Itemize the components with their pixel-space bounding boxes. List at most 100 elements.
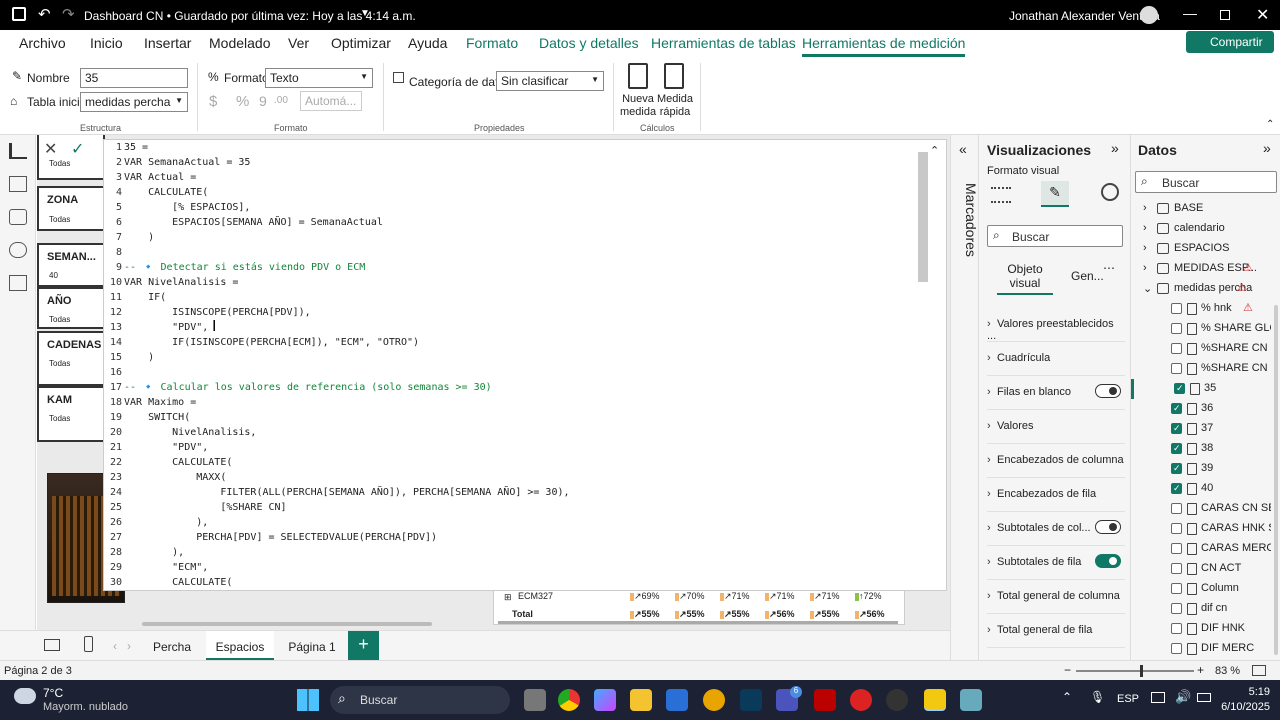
tab-espacios[interactable]: Espacios xyxy=(206,631,274,661)
app-icon[interactable] xyxy=(703,689,725,711)
zoom-out-button[interactable]: − xyxy=(1064,663,1071,677)
measure-item[interactable]: dif cn xyxy=(1131,599,1271,619)
tab-objeto-visual[interactable]: Objeto visual xyxy=(997,262,1053,295)
weather-icon[interactable] xyxy=(14,688,36,704)
decimal-places-input[interactable]: Automá... xyxy=(300,91,362,111)
task-view-icon[interactable] xyxy=(524,689,546,711)
code-line[interactable]: SWITCH( xyxy=(124,412,190,423)
table-item[interactable]: ⌄ medidas percha ⚠ xyxy=(1131,279,1271,299)
menu-datos-detalles[interactable]: Datos y detalles xyxy=(539,35,639,51)
measure-item[interactable]: %SHARE CN xyxy=(1131,339,1271,359)
measure-item[interactable]: 35 xyxy=(1131,379,1271,399)
currency-button[interactable]: $ xyxy=(209,93,217,110)
taskbar-search[interactable]: ⌕ Buscar xyxy=(330,686,510,714)
close-icon[interactable]: ✕ xyxy=(1256,5,1269,25)
code-line[interactable]: "PDV", xyxy=(124,442,208,453)
slicer-semana[interactable]: SEMAN... 40 xyxy=(37,243,105,287)
avatar-icon[interactable] xyxy=(1140,6,1158,24)
table-item[interactable]: › calendario xyxy=(1131,219,1271,239)
toggle-switch[interactable] xyxy=(1095,554,1121,568)
model-view-icon[interactable] xyxy=(9,209,27,225)
tray-chevron-icon[interactable]: ⌃ xyxy=(1062,690,1072,704)
measure-item[interactable]: DIF MERC xyxy=(1131,639,1271,659)
canvas-scrollbar[interactable] xyxy=(142,622,432,626)
zoom-slider[interactable] xyxy=(1076,670,1194,672)
formula-cancel-button[interactable]: ✕ xyxy=(44,139,57,159)
expand-pane-icon[interactable]: « xyxy=(959,141,967,157)
minimize-icon[interactable]: — xyxy=(1183,5,1197,21)
start-icon[interactable] xyxy=(297,689,319,711)
code-line[interactable]: FILTER(ALL(PERCHA[SEMANA AÑO]), PERCHA[S… xyxy=(124,487,569,498)
field-checkbox[interactable] xyxy=(1171,323,1182,334)
code-line[interactable]: "ECM", xyxy=(124,562,208,573)
clock-time[interactable]: 5:19 xyxy=(1232,686,1270,698)
field-checkbox[interactable] xyxy=(1171,523,1182,534)
next-page-icon[interactable]: › xyxy=(127,639,131,653)
chevron-right-icon[interactable]: › xyxy=(1143,202,1147,214)
opera-icon[interactable] xyxy=(850,689,872,711)
menu-formato[interactable]: Formato xyxy=(466,35,518,51)
zoom-thumb[interactable] xyxy=(1140,665,1143,677)
menu-archivo[interactable]: Archivo xyxy=(19,35,66,51)
tab-pagina-1[interactable]: Página 1 xyxy=(280,631,344,661)
format-section[interactable]: › Filas en blanco xyxy=(987,376,1125,410)
code-line[interactable]: IF(ISINSCOPE(PERCHA[ECM]), "ECM", "OTRO"… xyxy=(124,337,419,348)
format-section[interactable]: › Subtotales de fila xyxy=(987,546,1125,580)
analytics-icon[interactable] xyxy=(1101,183,1119,201)
collapse-editor-icon[interactable]: ⌃ xyxy=(930,144,939,157)
code-line[interactable]: -- 🔹 Calcular los valores de referencia … xyxy=(124,382,492,393)
store-icon[interactable] xyxy=(666,689,688,711)
code-line[interactable]: ), xyxy=(124,517,208,528)
chevron-right-icon[interactable]: › xyxy=(1143,262,1147,274)
code-line[interactable]: ESPACIOS[SEMANA AÑO] = SemanaActual xyxy=(124,217,383,228)
code-line[interactable]: VAR SemanaActual = 35 xyxy=(124,157,250,168)
network-icon[interactable] xyxy=(1151,692,1165,703)
netflix-icon[interactable] xyxy=(814,689,836,711)
format-section[interactable]: › Encabezados de columna xyxy=(987,444,1125,478)
measure-item[interactable]: Column xyxy=(1131,579,1271,599)
datos-scrollbar[interactable] xyxy=(1274,305,1278,655)
table-item[interactable]: › BASE xyxy=(1131,199,1271,219)
field-checkbox[interactable] xyxy=(1171,343,1182,354)
collapse-viz-icon[interactable]: » xyxy=(1111,140,1119,156)
menu-modelado[interactable]: Modelado xyxy=(209,35,271,51)
slicer-ano[interactable]: AÑO Todas xyxy=(37,287,105,329)
field-checkbox[interactable] xyxy=(1171,303,1182,314)
code-line[interactable]: VAR Maximo = xyxy=(124,397,196,408)
slicer-zona[interactable]: ZONA Todas xyxy=(37,186,105,231)
categoria-select[interactable]: Sin clasificar ▼ xyxy=(496,71,604,91)
chevron-right-icon[interactable]: › xyxy=(1143,222,1147,234)
xbox-icon[interactable] xyxy=(886,689,908,711)
measure-item[interactable]: % SHARE GLO... xyxy=(1131,319,1271,339)
prev-page-icon[interactable]: ‹ xyxy=(113,639,117,653)
code-line[interactable]: PERCHA[PDV] = SELECTEDVALUE(PERCHA[PDV]) xyxy=(124,532,437,543)
measure-item[interactable]: %SHARE CN (... xyxy=(1131,359,1271,379)
measure-item[interactable]: CN ACT xyxy=(1131,559,1271,579)
medida-rapida-button[interactable]: Medida rápida xyxy=(656,61,694,121)
volume-icon[interactable]: 🔊 xyxy=(1175,689,1191,705)
code-line[interactable]: MAXX( xyxy=(124,472,226,483)
collapse-ribbon-icon[interactable]: ⌃ xyxy=(1266,119,1274,130)
add-page-button[interactable]: + xyxy=(348,631,379,661)
table-view-icon[interactable] xyxy=(9,176,27,192)
measure-item[interactable]: CARAS MERC ... xyxy=(1131,539,1271,559)
code-line[interactable]: ), xyxy=(124,547,184,558)
slicer-cadenas[interactable]: CADENAS Todas xyxy=(37,331,105,386)
notepad-icon[interactable] xyxy=(960,689,982,711)
format-visual-icon[interactable]: ✎ xyxy=(1041,181,1069,207)
measure-item[interactable]: CARAS CN SE... xyxy=(1131,499,1271,519)
collapse-datos-icon[interactable]: » xyxy=(1263,140,1271,156)
toggle-switch[interactable] xyxy=(1095,520,1121,534)
field-checkbox[interactable] xyxy=(1171,463,1182,474)
format-section[interactable]: › Total general de fila xyxy=(987,614,1125,648)
nueva-medida-button[interactable]: Nueva medida xyxy=(620,61,656,121)
field-checkbox[interactable] xyxy=(1171,603,1182,614)
field-checkbox[interactable] xyxy=(1171,583,1182,594)
chevron-right-icon[interactable]: › xyxy=(1143,242,1147,254)
copilot-icon[interactable] xyxy=(594,689,616,711)
format-section[interactable]: › Encabezados de fila xyxy=(987,478,1125,512)
powerbi-icon[interactable] xyxy=(924,689,946,711)
nombre-input[interactable]: 35 xyxy=(80,68,188,88)
code-line[interactable]: "PDV", xyxy=(124,322,208,333)
share-button[interactable]: Compartir ▼ xyxy=(1186,31,1274,62)
